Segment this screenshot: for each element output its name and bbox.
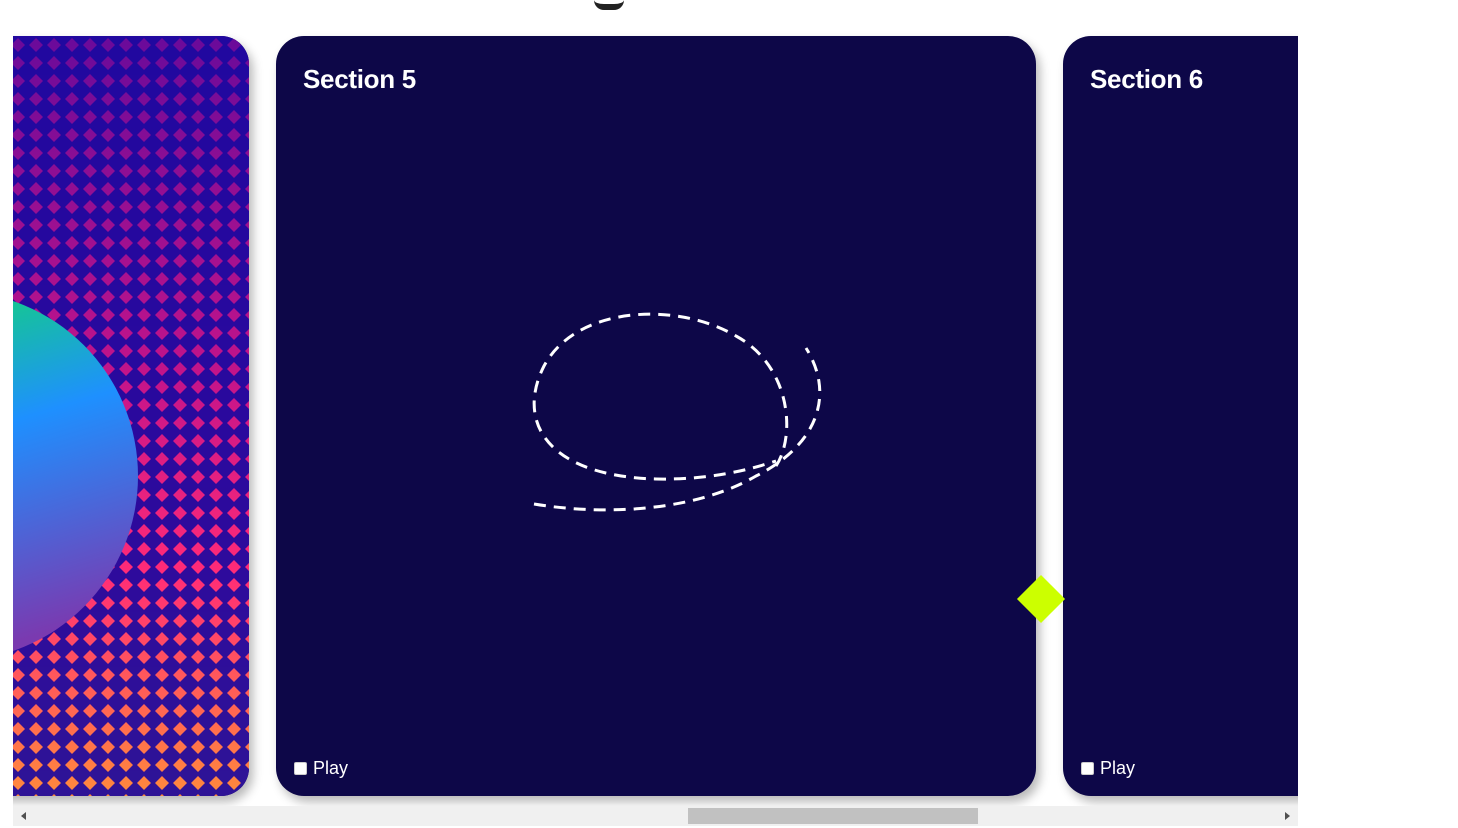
play-label: Play bbox=[1100, 758, 1136, 778]
horizontal-scrollbar[interactable] bbox=[13, 806, 1298, 826]
section-card-6: Section 6 Play bbox=[1063, 36, 1298, 796]
play-label: Play bbox=[313, 758, 349, 778]
section-card-5: Section 5 Play bbox=[276, 36, 1036, 796]
card-pattern-partial bbox=[13, 36, 249, 796]
play-checkbox[interactable] bbox=[1081, 762, 1094, 775]
triangle-right-icon[interactable] bbox=[1285, 812, 1290, 820]
diamond-pattern-art bbox=[13, 36, 249, 796]
play-toggle[interactable]: Play bbox=[1081, 758, 1135, 779]
horizontal-scroller[interactable]: Section 5 Play Section 6 Play bbox=[13, 0, 1298, 828]
dashed-loop-art bbox=[532, 312, 822, 512]
section-title: Section 6 bbox=[1090, 64, 1203, 94]
play-toggle[interactable]: Play bbox=[294, 758, 348, 779]
play-checkbox[interactable] bbox=[294, 762, 307, 775]
scrollbar-thumb[interactable] bbox=[688, 808, 978, 824]
triangle-left-icon[interactable] bbox=[21, 812, 26, 820]
